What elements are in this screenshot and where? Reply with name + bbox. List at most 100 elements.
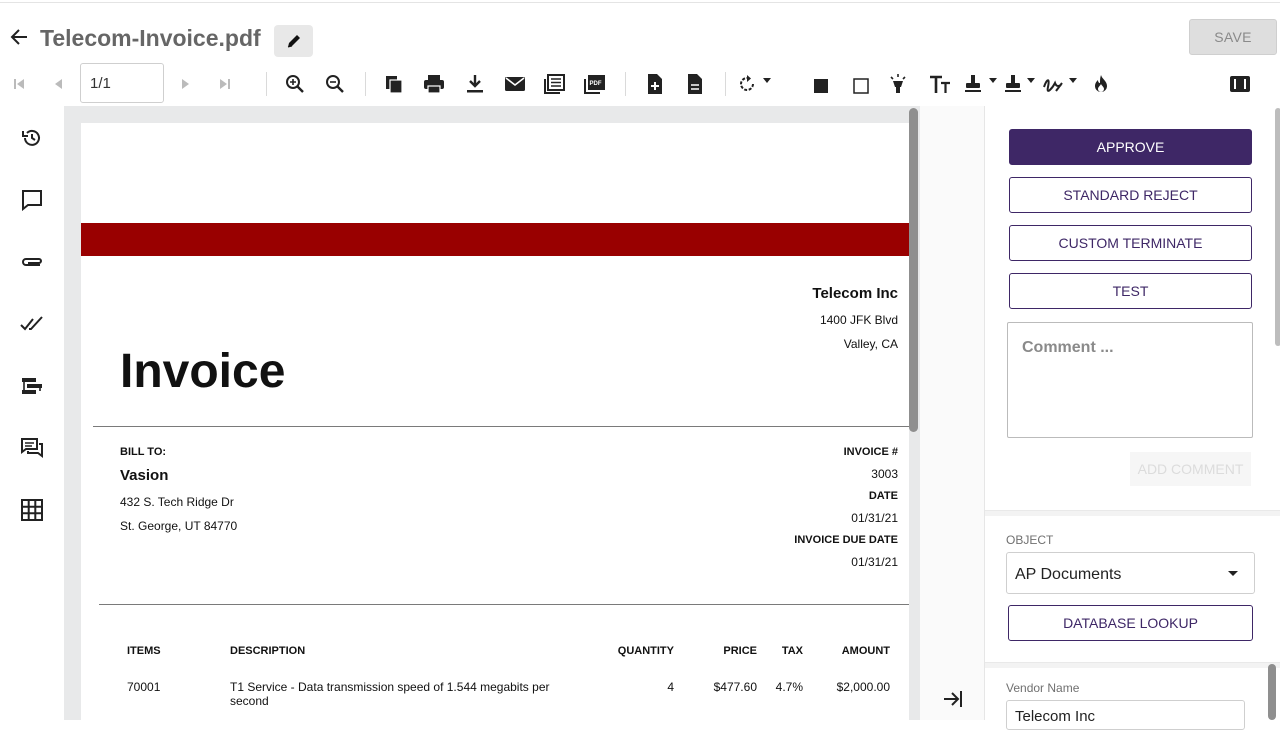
document-title: Telecom-Invoice.pdf (40, 25, 261, 51)
invoice-title: Invoice (120, 345, 286, 398)
bill-to-address-line1: 432 S. Tech Ridge Dr (120, 495, 234, 509)
database-lookup-button[interactable]: DATABASE LOOKUP (1008, 605, 1253, 641)
object-label: OBJECT (1006, 533, 1054, 547)
signature-icon[interactable] (1042, 73, 1064, 95)
chevron-down-icon (1228, 571, 1238, 576)
row-tax: 4.7% (775, 680, 803, 694)
email-icon[interactable] (504, 73, 526, 95)
collapse-panel-icon[interactable] (941, 687, 965, 711)
header-band (81, 223, 909, 256)
comment-icon[interactable] (20, 188, 44, 212)
row-quantity: 4 (667, 680, 674, 694)
invoice-number-label: INVOICE # (843, 446, 898, 458)
burn-icon[interactable] (1090, 73, 1112, 95)
col-header-description: DESCRIPTION (230, 645, 306, 657)
chat-icon[interactable] (20, 436, 44, 460)
bill-to-address-line2: St. George, UT 84770 (120, 519, 238, 533)
zoom-out-icon[interactable] (324, 73, 346, 95)
workflow-icon[interactable] (20, 374, 44, 398)
header: Telecom-Invoice.pdf SAVE (0, 4, 1280, 66)
vendor-name-input[interactable]: Telecom Inc (1006, 700, 1245, 730)
due-date-label: INVOICE DUE DATE (794, 534, 898, 546)
company-address-line2: Valley, CA (843, 337, 898, 351)
add-comment-button[interactable]: ADD COMMENT (1130, 452, 1251, 486)
left-sidebar (0, 106, 64, 720)
toolbar-divider (725, 72, 726, 96)
invoice-date: 01/31/21 (851, 511, 898, 525)
grid-icon[interactable] (20, 498, 44, 522)
toolbar-divider (625, 72, 626, 96)
row-amount: $2,000.00 (836, 680, 890, 694)
fields-scrollbar[interactable] (1268, 664, 1276, 720)
add-file-icon[interactable] (644, 73, 666, 95)
highlighter-icon[interactable] (887, 73, 909, 95)
signature-menu-caret-icon[interactable] (1069, 78, 1077, 83)
col-header-items: ITEMS (127, 645, 161, 657)
download-icon[interactable] (464, 73, 486, 95)
toolbar-divider (365, 72, 366, 96)
object-select-value: AP Documents (1015, 566, 1122, 583)
section-divider (985, 510, 1280, 516)
due-date: 01/31/21 (851, 555, 898, 569)
bill-to-label: BILL TO: (120, 446, 167, 458)
test-button[interactable]: TEST (1009, 273, 1252, 309)
standard-reject-button[interactable]: STANDARD REJECT (1009, 177, 1252, 213)
row-price: $477.60 (713, 680, 757, 694)
prev-page-icon[interactable] (48, 73, 70, 95)
edit-title-button[interactable] (274, 25, 313, 57)
svg-text:PDF: PDF (590, 81, 602, 87)
toolbar: 1/1 PDF (0, 62, 1280, 106)
divider-line (93, 426, 909, 427)
text-icon[interactable] (929, 73, 951, 95)
print-icon[interactable] (423, 73, 445, 95)
comment-textarea[interactable]: Comment ... (1007, 322, 1253, 438)
toolbar-divider (266, 72, 267, 96)
approve-check-icon[interactable] (20, 312, 44, 336)
stamp-menu-caret-icon[interactable] (989, 78, 997, 83)
company-address-line1: 1400 JFK Blvd (819, 313, 898, 327)
pages-icon[interactable] (544, 73, 566, 95)
history-icon[interactable] (20, 126, 44, 150)
stamp-icon[interactable] (962, 73, 984, 95)
panel-scrollbar[interactable] (1275, 108, 1280, 346)
rotate-menu-caret-icon[interactable] (763, 78, 771, 83)
copy-icon[interactable] (383, 73, 405, 95)
page-number-input[interactable]: 1/1 (80, 63, 164, 103)
company-name: Telecom Inc (812, 285, 898, 302)
row-item: 70001 (127, 680, 161, 694)
date-label: DATE (868, 490, 898, 502)
filled-rect-icon[interactable] (810, 75, 832, 97)
col-header-quantity: QUANTITY (617, 645, 674, 657)
back-arrow-icon[interactable] (8, 26, 30, 48)
panel-toggle-icon[interactable] (1229, 73, 1251, 95)
object-select[interactable]: AP Documents (1006, 552, 1255, 594)
pdf-icon[interactable]: PDF (584, 73, 606, 95)
vendor-name-label: Vendor Name (1006, 681, 1080, 695)
first-page-icon[interactable] (8, 73, 30, 95)
attachment-icon[interactable] (20, 250, 44, 274)
col-header-price: PRICE (723, 645, 757, 657)
viewer-scrollbar[interactable] (909, 108, 918, 432)
bill-to-name: Vasion (120, 467, 169, 484)
row-description-line1: T1 Service - Data transmission speed of … (230, 680, 550, 694)
section-divider (985, 662, 1280, 668)
save-button[interactable]: SAVE (1189, 19, 1277, 55)
custom-terminate-button[interactable]: CUSTOM TERMINATE (1009, 225, 1252, 261)
stamp-menu-icon[interactable] (1002, 73, 1024, 95)
next-page-icon[interactable] (174, 73, 196, 95)
divider-line (99, 604, 909, 605)
invoice-number: 3003 (871, 467, 898, 481)
last-page-icon[interactable] (214, 73, 236, 95)
outline-rect-icon[interactable] (850, 75, 872, 97)
approve-button[interactable]: APPROVE (1009, 129, 1252, 165)
pencil-icon (287, 35, 300, 48)
invoice-page: Telecom Inc 1400 JFK Blvd Valley, CA Inv… (81, 123, 909, 720)
stamp2-menu-caret-icon[interactable] (1027, 78, 1035, 83)
document-icon[interactable] (684, 73, 706, 95)
top-border (0, 0, 1280, 3)
row-description-line2: second (230, 694, 269, 708)
viewer-gutter (920, 106, 984, 720)
rotate-icon[interactable] (736, 73, 758, 95)
zoom-in-icon[interactable] (284, 73, 306, 95)
col-header-tax: TAX (781, 645, 803, 657)
